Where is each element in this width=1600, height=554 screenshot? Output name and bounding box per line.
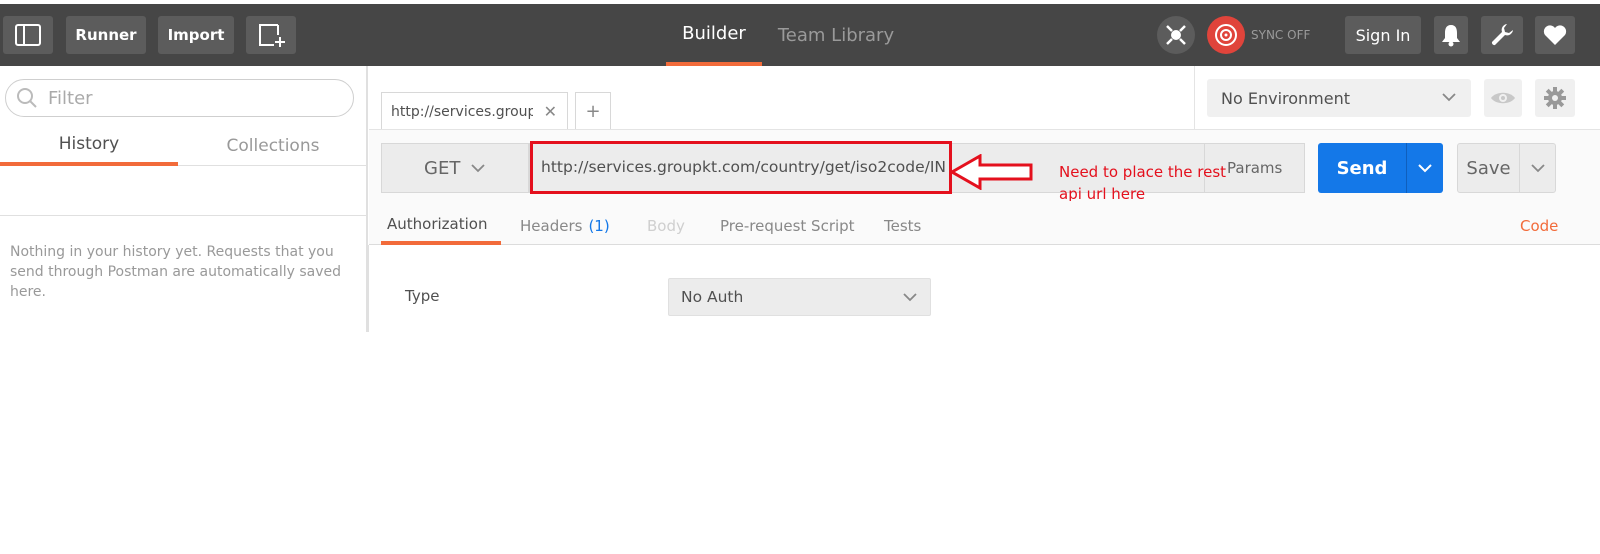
environment-value: No Environment xyxy=(1221,88,1351,108)
tab-history[interactable]: History xyxy=(0,126,178,166)
tab-body: Body xyxy=(647,217,685,235)
annotation-note: Need to place the rest api url here xyxy=(1059,163,1227,201)
sidebar-tabs: History Collections xyxy=(0,126,366,166)
add-tab-button[interactable]: + xyxy=(575,92,611,130)
tab-pre-request-script[interactable]: Pre-request Script xyxy=(720,207,855,245)
tab-headers[interactable]: Headers (1) xyxy=(520,207,610,245)
favorites-button[interactable] xyxy=(1535,16,1575,54)
code-link[interactable]: Code xyxy=(1520,207,1558,245)
top-toolbar: Runner Import Builder Team Library SYNC … xyxy=(0,4,1600,66)
save-options-button[interactable] xyxy=(1519,143,1556,193)
sidebar-toggle-icon xyxy=(14,23,42,47)
gear-icon xyxy=(1543,86,1567,110)
tab-headers-label: Headers xyxy=(520,217,583,235)
interceptor-icon xyxy=(1164,23,1188,47)
new-window-button[interactable] xyxy=(246,16,296,54)
sidebar-toggle-button[interactable] xyxy=(3,16,53,54)
eye-icon xyxy=(1490,90,1516,106)
wrench-icon xyxy=(1489,22,1515,48)
filter-input[interactable] xyxy=(48,87,338,109)
request-tab-label: http://services.groupkt.com/country/get/… xyxy=(391,103,533,120)
quick-look-button[interactable] xyxy=(1484,79,1522,117)
chevron-down-icon xyxy=(902,289,918,305)
send-button[interactable]: Send xyxy=(1318,143,1406,193)
runner-button[interactable]: Runner xyxy=(66,16,146,54)
auth-type-label: Type xyxy=(405,287,440,305)
close-icon[interactable]: ✕ xyxy=(544,102,557,121)
sidebar: History Collections Nothing in your hist… xyxy=(0,66,368,332)
chevron-down-icon xyxy=(1441,89,1457,105)
import-button[interactable]: Import xyxy=(158,16,234,54)
manage-environments-button[interactable] xyxy=(1535,79,1575,117)
save-button[interactable]: Save xyxy=(1457,143,1520,193)
chevron-down-icon xyxy=(1417,160,1433,176)
panel-separator xyxy=(367,245,369,332)
chevron-down-icon xyxy=(1530,160,1546,176)
search-icon xyxy=(16,87,38,109)
settings-button[interactable] xyxy=(1481,16,1523,54)
notifications-button[interactable] xyxy=(1434,16,1468,54)
auth-type-select[interactable]: No Auth xyxy=(668,278,931,316)
bell-icon xyxy=(1441,23,1461,47)
tab-collections[interactable]: Collections xyxy=(180,126,366,166)
headers-count-badge: (1) xyxy=(588,217,610,235)
tab-team-library[interactable]: Team Library xyxy=(770,4,902,66)
heart-icon xyxy=(1543,24,1567,46)
interceptor-button[interactable] xyxy=(1157,16,1195,54)
sync-button[interactable] xyxy=(1207,16,1245,54)
environment-select[interactable]: No Environment xyxy=(1207,79,1471,117)
method-value: GET xyxy=(424,157,461,179)
filter-field[interactable] xyxy=(5,79,354,117)
tab-authorization[interactable]: Authorization xyxy=(381,207,501,245)
annotation-highlight-box xyxy=(530,141,952,194)
sync-icon xyxy=(1213,22,1239,48)
plus-icon: + xyxy=(585,101,601,122)
send-options-button[interactable] xyxy=(1406,143,1443,193)
request-tab[interactable]: http://services.groupkt.com/country/get/… xyxy=(381,92,568,130)
tab-tests[interactable]: Tests xyxy=(884,207,921,245)
method-select[interactable]: GET xyxy=(381,143,529,193)
annotation-arrow-icon xyxy=(950,154,1034,190)
sign-in-button[interactable]: Sign In xyxy=(1345,16,1421,54)
sidebar-divider xyxy=(0,215,366,216)
tab-builder[interactable]: Builder xyxy=(666,4,762,66)
new-window-icon xyxy=(256,21,286,49)
auth-type-value: No Auth xyxy=(681,288,744,306)
history-empty-message: Nothing in your history yet. Requests th… xyxy=(10,244,342,300)
sync-status-label: SYNC OFF xyxy=(1251,28,1311,42)
chevron-down-icon xyxy=(470,160,486,176)
